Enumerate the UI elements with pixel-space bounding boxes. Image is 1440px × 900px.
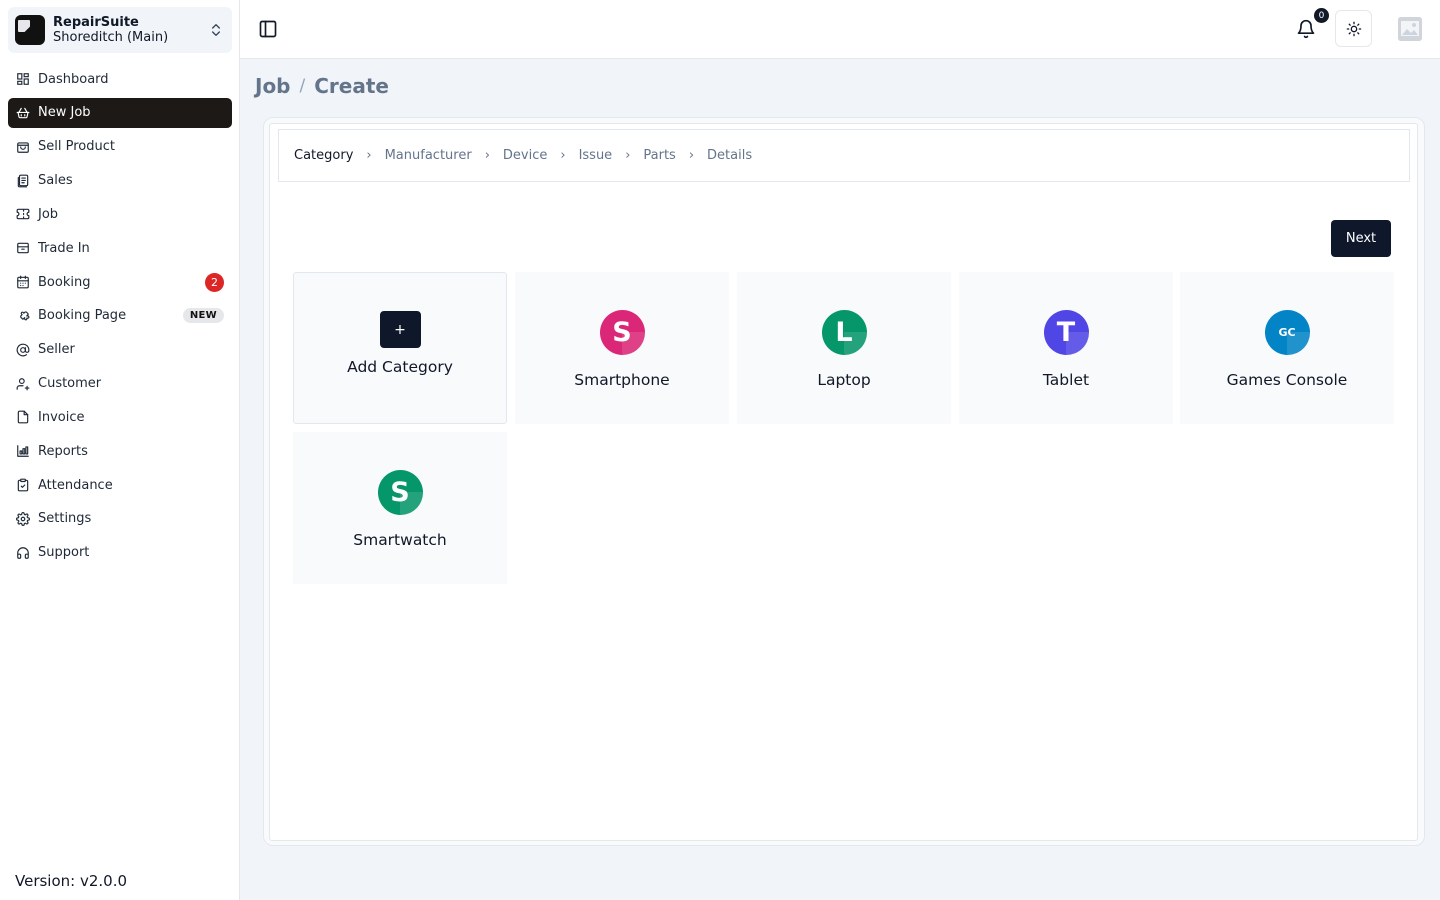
wizard-steps: Category › Manufacturer › Device › Issue… <box>278 129 1410 182</box>
basket-icon <box>16 107 30 119</box>
sidebar-item-label: Reports <box>38 443 88 459</box>
store-logo <box>15 15 45 45</box>
sidebar-item-label: Job <box>38 206 59 222</box>
sidebar-item-label: Sell Product <box>38 139 115 155</box>
chevron-right-icon: › <box>366 148 372 163</box>
breadcrumb-current: Create <box>314 74 389 98</box>
store-switcher[interactable]: RepairSuite Shoreditch (Main) <box>8 7 232 53</box>
tile-label: Smartwatch <box>353 531 447 549</box>
sidebar-item-reports[interactable]: Reports <box>8 436 232 466</box>
tile-label: Laptop <box>817 371 871 389</box>
category-initials-avatar: T <box>1043 310 1089 355</box>
tile-label: Add Category <box>347 358 453 376</box>
receipt-icon <box>17 174 29 187</box>
next-button[interactable]: Next <box>1331 220 1391 257</box>
chevrons-up-down-icon <box>212 24 220 36</box>
ticket-icon <box>16 209 30 220</box>
category-initials-avatar: S <box>599 310 645 355</box>
sidebar-item-booking-page[interactable]: Booking Page NEW <box>8 301 232 331</box>
sidebar-item-booking[interactable]: Booking 2 <box>8 267 232 297</box>
step-parts[interactable]: Parts <box>643 148 675 163</box>
sidebar-item-label: Sales <box>38 173 73 189</box>
tile-label: Games Console <box>1226 371 1348 389</box>
step-category[interactable]: Category <box>294 148 353 163</box>
archive-icon <box>17 242 29 254</box>
sidebar-item-label: Booking Page <box>38 308 127 324</box>
sidebar-item-label: Invoice <box>38 409 85 425</box>
sidebar-item-label: Dashboard <box>38 71 109 87</box>
sidebar-item-label: Customer <box>38 376 102 392</box>
sidebar-item-dashboard[interactable]: Dashboard <box>8 64 232 94</box>
chevron-right-icon: › <box>625 148 631 163</box>
step-device[interactable]: Device <box>503 148 547 163</box>
store-name: RepairSuite <box>53 15 139 30</box>
tile-label: Tablet <box>1042 371 1090 389</box>
top-bar: 0 <box>240 0 1440 59</box>
calendar-icon <box>17 275 29 289</box>
puzzle-icon <box>20 311 30 321</box>
chevron-right-icon: › <box>484 148 490 163</box>
sun-icon <box>1346 21 1361 36</box>
sidebar-toggle-icon[interactable] <box>258 19 278 39</box>
headphones-icon <box>17 547 29 559</box>
breadcrumb: Job / Create <box>255 74 389 98</box>
gear-icon <box>16 512 30 526</box>
plus-icon: + <box>379 311 421 348</box>
sidebar-nav: Dashboard New Job Sell Product Sales Job… <box>8 64 232 572</box>
sidebar-item-trade-in[interactable]: Trade In <box>8 233 232 263</box>
breadcrumb-separator: / <box>299 76 306 96</box>
sidebar-item-settings[interactable]: Settings <box>8 504 232 534</box>
add-category-tile[interactable]: + Add Category <box>293 272 507 424</box>
sidebar-item-label: Settings <box>38 511 92 527</box>
sidebar-item-invoice[interactable]: Invoice <box>8 402 232 432</box>
category-tile-games-console[interactable]: GC Games Console <box>1180 272 1394 424</box>
sidebar-item-sales[interactable]: Sales <box>8 166 232 196</box>
at-icon <box>16 343 30 357</box>
new-pill: NEW <box>182 308 224 324</box>
sidebar: RepairSuite Shoreditch (Main) Dashboard … <box>0 0 240 900</box>
image-placeholder-icon <box>1398 17 1422 41</box>
grid-icon <box>17 73 29 85</box>
chevron-right-icon: › <box>688 148 695 163</box>
step-manufacturer[interactable]: Manufacturer <box>385 148 472 163</box>
booking-count-badge: 2 <box>205 272 224 292</box>
sidebar-item-support[interactable]: Support <box>8 538 232 568</box>
app-version: Version: v2.0.0 <box>15 872 128 890</box>
tile-label: Smartphone <box>574 371 670 389</box>
step-details[interactable]: Details <box>707 148 752 163</box>
bag-icon <box>17 142 29 153</box>
sidebar-item-label: Attendance <box>38 477 113 493</box>
store-branch: Shoreditch (Main) <box>53 30 169 45</box>
avatar[interactable] <box>1398 17 1422 41</box>
notification-count-badge: 0 <box>1314 8 1329 23</box>
category-initials-avatar: L <box>821 310 867 355</box>
sidebar-item-label: New Job <box>38 105 91 121</box>
category-tile-laptop[interactable]: L Laptop <box>737 272 951 424</box>
sidebar-item-label: Seller <box>38 342 75 358</box>
theme-toggle-button[interactable] <box>1335 10 1372 47</box>
sidebar-item-seller[interactable]: Seller <box>8 335 232 365</box>
category-tile-smartwatch[interactable]: S Smartwatch <box>293 432 507 584</box>
file-icon <box>17 411 29 424</box>
sidebar-item-label: Booking <box>38 274 91 290</box>
chart-icon <box>17 445 29 458</box>
sidebar-item-job[interactable]: Job <box>8 199 232 229</box>
step-issue[interactable]: Issue <box>579 148 613 163</box>
category-tile-smartphone[interactable]: S Smartphone <box>515 272 729 424</box>
breadcrumb-parent[interactable]: Job <box>255 74 291 98</box>
bell-icon[interactable] <box>1296 19 1316 39</box>
sidebar-item-label: Trade In <box>38 240 90 256</box>
chevron-right-icon: › <box>560 148 566 163</box>
category-tile-tablet[interactable]: T Tablet <box>959 272 1173 424</box>
user-icon <box>16 377 30 391</box>
category-initials-avatar: GC <box>1264 310 1310 355</box>
sidebar-item-label: Support <box>38 545 90 561</box>
category-initials-avatar: S <box>377 470 423 515</box>
sidebar-item-customer[interactable]: Customer <box>8 369 232 399</box>
clipboard-check-icon <box>17 478 29 492</box>
sidebar-item-attendance[interactable]: Attendance <box>8 470 232 500</box>
sidebar-item-new-job[interactable]: New Job <box>8 97 232 128</box>
sidebar-item-sell-product[interactable]: Sell Product <box>8 132 232 162</box>
